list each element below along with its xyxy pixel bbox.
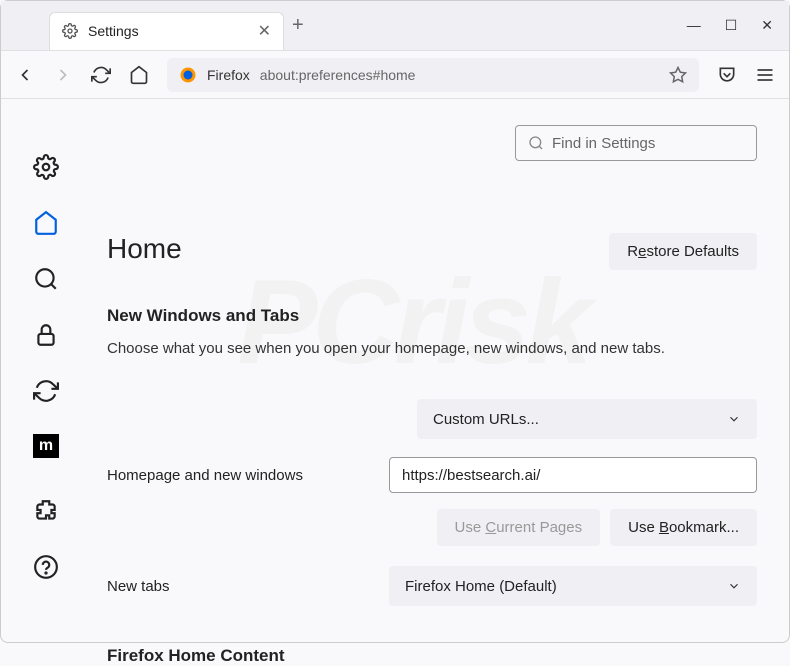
sidebar-general-icon[interactable] <box>33 154 59 180</box>
use-current-pages-button[interactable]: Use Current Pages <box>437 509 601 546</box>
sidebar-sync-icon[interactable] <box>33 378 59 404</box>
homepage-mode-dropdown[interactable]: Custom URLs... <box>417 399 757 439</box>
main-content: Find in Settings Restore Defaults Home N… <box>91 99 789 642</box>
newtabs-dropdown[interactable]: Firefox Home (Default) <box>389 566 757 606</box>
close-icon[interactable]: ✕ <box>258 21 271 41</box>
forward-button[interactable] <box>53 65 73 85</box>
find-settings-input[interactable]: Find in Settings <box>515 125 757 161</box>
home-button[interactable] <box>129 65 149 85</box>
new-tab-button[interactable]: + <box>292 14 304 37</box>
browser-tab[interactable]: Settings ✕ <box>49 12 284 50</box>
sidebar: m <box>1 99 91 642</box>
homepage-url-input[interactable] <box>389 457 757 493</box>
section-description: Choose what you see when you open your h… <box>107 338 757 359</box>
close-window-button[interactable]: ✕ <box>761 17 773 34</box>
url-identity: Firefox <box>207 67 250 83</box>
gear-icon <box>62 23 78 39</box>
dropdown-value: Firefox Home (Default) <box>405 578 557 595</box>
newtabs-label: New tabs <box>107 578 377 595</box>
restore-defaults-button[interactable]: Restore Defaults <box>609 233 757 270</box>
sidebar-privacy-icon[interactable] <box>33 322 59 348</box>
sidebar-help-icon[interactable] <box>33 554 59 580</box>
section-new-windows-tabs: New Windows and Tabs <box>107 306 757 326</box>
homepage-label: Homepage and new windows <box>107 467 377 484</box>
toolbar: Firefox about:preferences#home <box>1 51 789 99</box>
search-placeholder: Find in Settings <box>552 135 655 152</box>
bookmark-star-icon[interactable] <box>669 66 687 84</box>
minimize-button[interactable]: — <box>687 17 701 34</box>
reload-button[interactable] <box>91 65 111 85</box>
sidebar-mozilla-icon[interactable]: m <box>33 434 59 458</box>
use-bookmark-button[interactable]: Use Bookmark... <box>610 509 757 546</box>
sidebar-search-icon[interactable] <box>33 266 59 292</box>
pocket-button[interactable] <box>717 65 737 85</box>
firefox-icon <box>179 66 197 84</box>
sidebar-home-icon[interactable] <box>33 210 59 236</box>
chevron-down-icon <box>727 412 741 426</box>
url-text: about:preferences#home <box>260 67 416 83</box>
search-icon <box>528 135 544 151</box>
section-home-content: Firefox Home Content <box>107 646 757 666</box>
menu-button[interactable] <box>755 65 775 85</box>
back-button[interactable] <box>15 65 35 85</box>
chevron-down-icon <box>727 579 741 593</box>
tab-title: Settings <box>88 23 248 39</box>
titlebar: Settings ✕ + — ☐ ✕ <box>1 1 789 51</box>
dropdown-value: Custom URLs... <box>433 411 539 428</box>
url-bar[interactable]: Firefox about:preferences#home <box>167 58 699 92</box>
maximize-button[interactable]: ☐ <box>725 17 738 34</box>
sidebar-extensions-icon[interactable] <box>33 498 59 524</box>
